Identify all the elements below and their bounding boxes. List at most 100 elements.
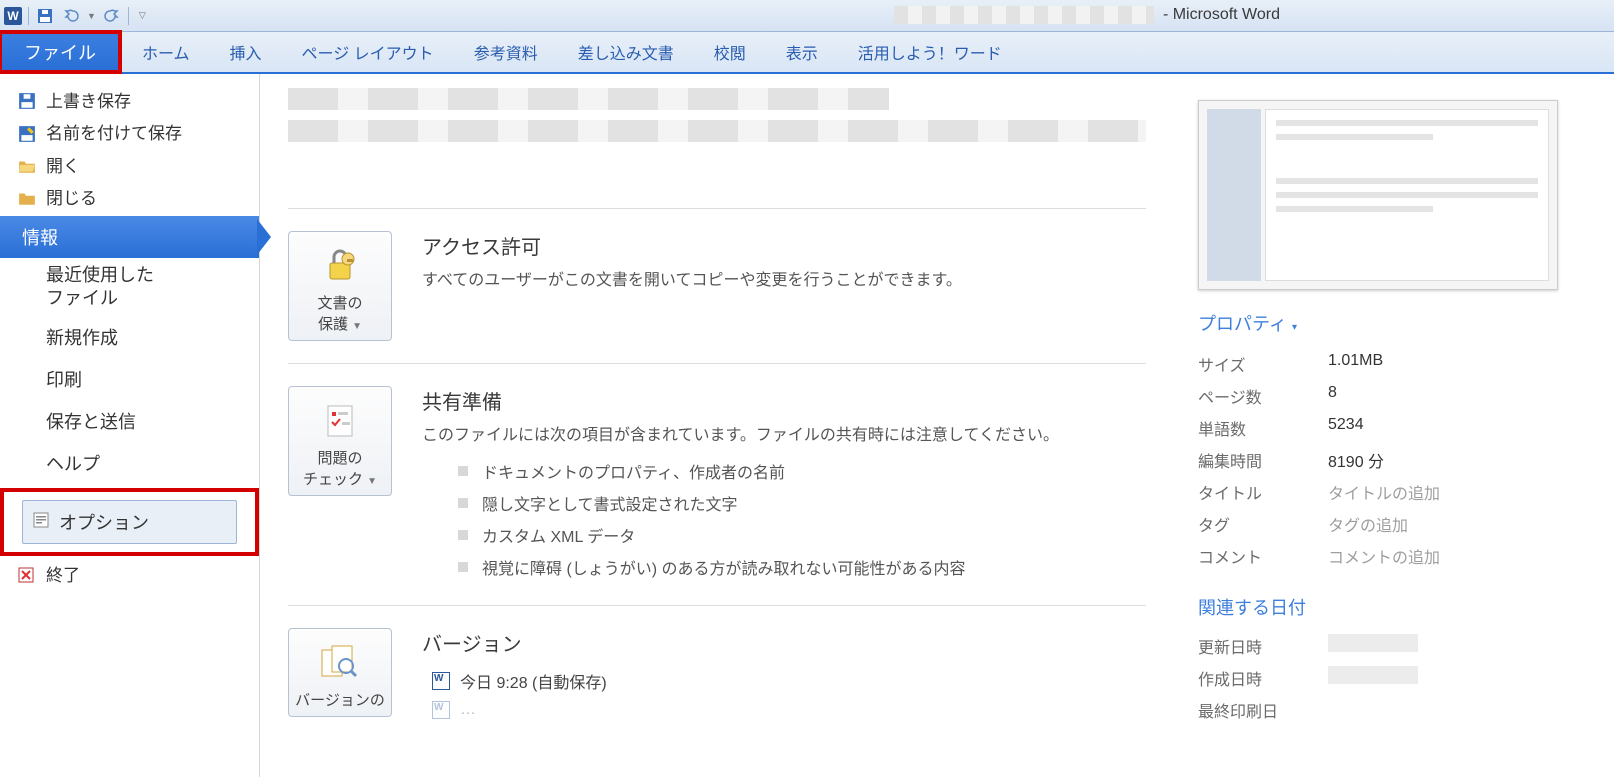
undo-icon[interactable] xyxy=(61,6,81,26)
word-doc-icon xyxy=(432,701,450,719)
chevron-down-icon: ▼ xyxy=(352,321,362,332)
folder-close-icon xyxy=(18,189,38,209)
prop-row-comments[interactable]: コメントコメントの追加 xyxy=(1198,540,1570,572)
tab-insert[interactable]: 挿入 xyxy=(210,32,282,72)
versions-title: バージョン xyxy=(422,628,1146,657)
prop-row-last-printed: 最終印刷日 xyxy=(1198,694,1570,726)
tab-references[interactable]: 参考資料 xyxy=(454,32,558,72)
redo-icon[interactable] xyxy=(102,6,122,26)
options-highlight: オプション xyxy=(0,488,259,556)
sidebar-item-label: 上書き保存 xyxy=(46,92,131,112)
sidebar-item-label: 新規作成 xyxy=(46,324,118,350)
sidebar-item-label: 印刷 xyxy=(46,366,82,392)
titlebar: W ▼ ▽ - Microsoft Word xyxy=(0,0,1614,32)
word-doc-icon xyxy=(432,672,450,690)
prop-row-words: 単語数5234 xyxy=(1198,412,1570,444)
section-prepare: 問題の チェック ▼ 共有準備 このファイルには次の項目が含まれています。ファイ… xyxy=(288,363,1146,605)
square-bullet-icon xyxy=(458,466,468,476)
ribbon-tabs: ファイル ホーム 挿入 ページ レイアウト 参考資料 差し込み文書 校閲 表示 … xyxy=(0,32,1614,74)
prop-row-pages: ページ数8 xyxy=(1198,380,1570,412)
square-bullet-icon xyxy=(458,498,468,508)
versions-icon xyxy=(293,639,387,685)
version-entry[interactable]: 今日 9:28 (自動保存) xyxy=(422,665,1146,697)
save-icon[interactable] xyxy=(35,6,55,26)
prepare-bullets: ドキュメントのプロパティ、作成者の名前 隠し文字として書式設定された文字 カスタ… xyxy=(422,455,1146,583)
redacted-value xyxy=(1328,634,1418,652)
folder-open-icon xyxy=(18,157,38,177)
sidebar-open[interactable]: 開く xyxy=(0,151,259,183)
prop-row-tags[interactable]: タグタグの追加 xyxy=(1198,508,1570,540)
tab-review[interactable]: 校閲 xyxy=(694,32,766,72)
sidebar-item-label: 情報 xyxy=(22,224,58,250)
document-thumbnail[interactable] xyxy=(1198,100,1558,290)
prop-row-updated: 更新日時 xyxy=(1198,630,1570,662)
tab-page-layout[interactable]: ページ レイアウト xyxy=(282,32,454,72)
square-bullet-icon xyxy=(458,530,468,540)
square-bullet-icon xyxy=(458,562,468,572)
app-suffix: - Microsoft Word xyxy=(1163,7,1280,24)
sidebar-item-label: オプション xyxy=(59,509,149,535)
qat-separator xyxy=(128,7,129,25)
save-as-icon xyxy=(18,125,38,145)
sidebar-share[interactable]: 保存と送信 xyxy=(0,400,259,442)
file-tab-highlight: ファイル xyxy=(0,30,122,74)
sidebar-new[interactable]: 新規作成 xyxy=(0,316,259,358)
protect-document-button[interactable]: 文書の 保護 ▼ xyxy=(288,231,392,341)
quick-access-toolbar: W ▼ ▽ xyxy=(4,6,146,26)
sidebar-item-label: ヘルプ xyxy=(46,450,100,476)
sidebar-exit[interactable]: 終了 xyxy=(0,560,259,592)
redacted-header xyxy=(288,88,1146,168)
qat-separator xyxy=(28,7,29,25)
sidebar-save-as[interactable]: 名前を付けて保存 xyxy=(0,118,259,150)
sidebar-help[interactable]: ヘルプ xyxy=(0,442,259,484)
list-item: カスタム XML データ xyxy=(422,519,1146,551)
backstage-sidebar: 上書き保存 名前を付けて保存 開く 閉じる 情報 最近使用した xyxy=(0,74,260,777)
word-app-icon: W xyxy=(4,7,22,25)
redacted-value xyxy=(1328,666,1418,684)
permissions-desc: すべてのユーザーがこの文書を開いてコピーや変更を行うことができます。 xyxy=(422,268,1146,294)
prop-row-title[interactable]: タイトルタイトルの追加 xyxy=(1198,476,1570,508)
qat-customize-dropdown-icon[interactable]: ▽ xyxy=(139,10,146,21)
save-icon xyxy=(18,92,38,112)
properties-header[interactable]: プロパティ ▾ xyxy=(1198,310,1570,336)
permissions-title: アクセス許可 xyxy=(422,231,1146,260)
lock-icon xyxy=(293,242,387,288)
chevron-down-icon: ▼ xyxy=(367,476,377,487)
sidebar-item-label: 閉じる xyxy=(46,189,97,209)
sidebar-info[interactable]: 情報 xyxy=(0,216,259,258)
sidebar-recent[interactable]: 最近使用した ファイル xyxy=(0,258,259,317)
info-pane: 文書の 保護 ▼ アクセス許可 すべてのユーザーがこの文書を開いてコピーや変更を… xyxy=(288,88,1146,767)
properties-pane: プロパティ ▾ サイズ1.01MB ページ数8 単語数5234 編集時間8190… xyxy=(1186,88,1586,767)
prop-row-created: 作成日時 xyxy=(1198,662,1570,694)
tab-mailings[interactable]: 差し込み文書 xyxy=(558,32,694,72)
list-item: ドキュメントのプロパティ、作成者の名前 xyxy=(422,455,1146,487)
tab-custom[interactable]: 活用しよう！ワード xyxy=(838,32,1022,72)
tab-home[interactable]: ホーム xyxy=(122,32,210,72)
list-item: 視覚に障碍 (しょうがい) のある方が読み取れない可能性がある内容 xyxy=(422,551,1146,583)
sidebar-item-label: 終了 xyxy=(46,566,80,586)
sidebar-print[interactable]: 印刷 xyxy=(0,358,259,400)
sidebar-item-label: 開く xyxy=(46,157,80,177)
sidebar-item-label: 最近使用した ファイル xyxy=(46,264,154,311)
tab-view[interactable]: 表示 xyxy=(766,32,838,72)
prepare-title: 共有準備 xyxy=(422,386,1146,415)
tab-file[interactable]: ファイル xyxy=(2,34,118,70)
check-issues-button[interactable]: 問題の チェック ▼ xyxy=(288,386,392,496)
list-item: 隠し文字として書式設定された文字 xyxy=(422,487,1146,519)
sidebar-item-label: 名前を付けて保存 xyxy=(46,124,182,144)
manage-versions-button[interactable]: バージョンの xyxy=(288,628,392,717)
window-title: - Microsoft Word xyxy=(894,6,1280,24)
options-icon xyxy=(33,512,53,532)
checklist-icon xyxy=(293,397,387,443)
section-permissions: 文書の 保護 ▼ アクセス許可 すべてのユーザーがこの文書を開いてコピーや変更を… xyxy=(288,208,1146,363)
sidebar-close[interactable]: 閉じる xyxy=(0,183,259,215)
sidebar-item-label: 保存と送信 xyxy=(46,408,136,434)
prop-row-size: サイズ1.01MB xyxy=(1198,348,1570,380)
undo-dropdown-icon[interactable]: ▼ xyxy=(87,11,96,21)
section-versions: バージョンの バージョン 今日 9:28 (自動保存) … xyxy=(288,605,1146,745)
sidebar-save[interactable]: 上書き保存 xyxy=(0,86,259,118)
related-dates-header: 関連する日付 xyxy=(1198,594,1570,620)
chevron-down-icon: ▾ xyxy=(1292,322,1297,333)
version-entry[interactable]: … xyxy=(422,697,1146,723)
sidebar-options[interactable]: オプション xyxy=(22,500,237,544)
